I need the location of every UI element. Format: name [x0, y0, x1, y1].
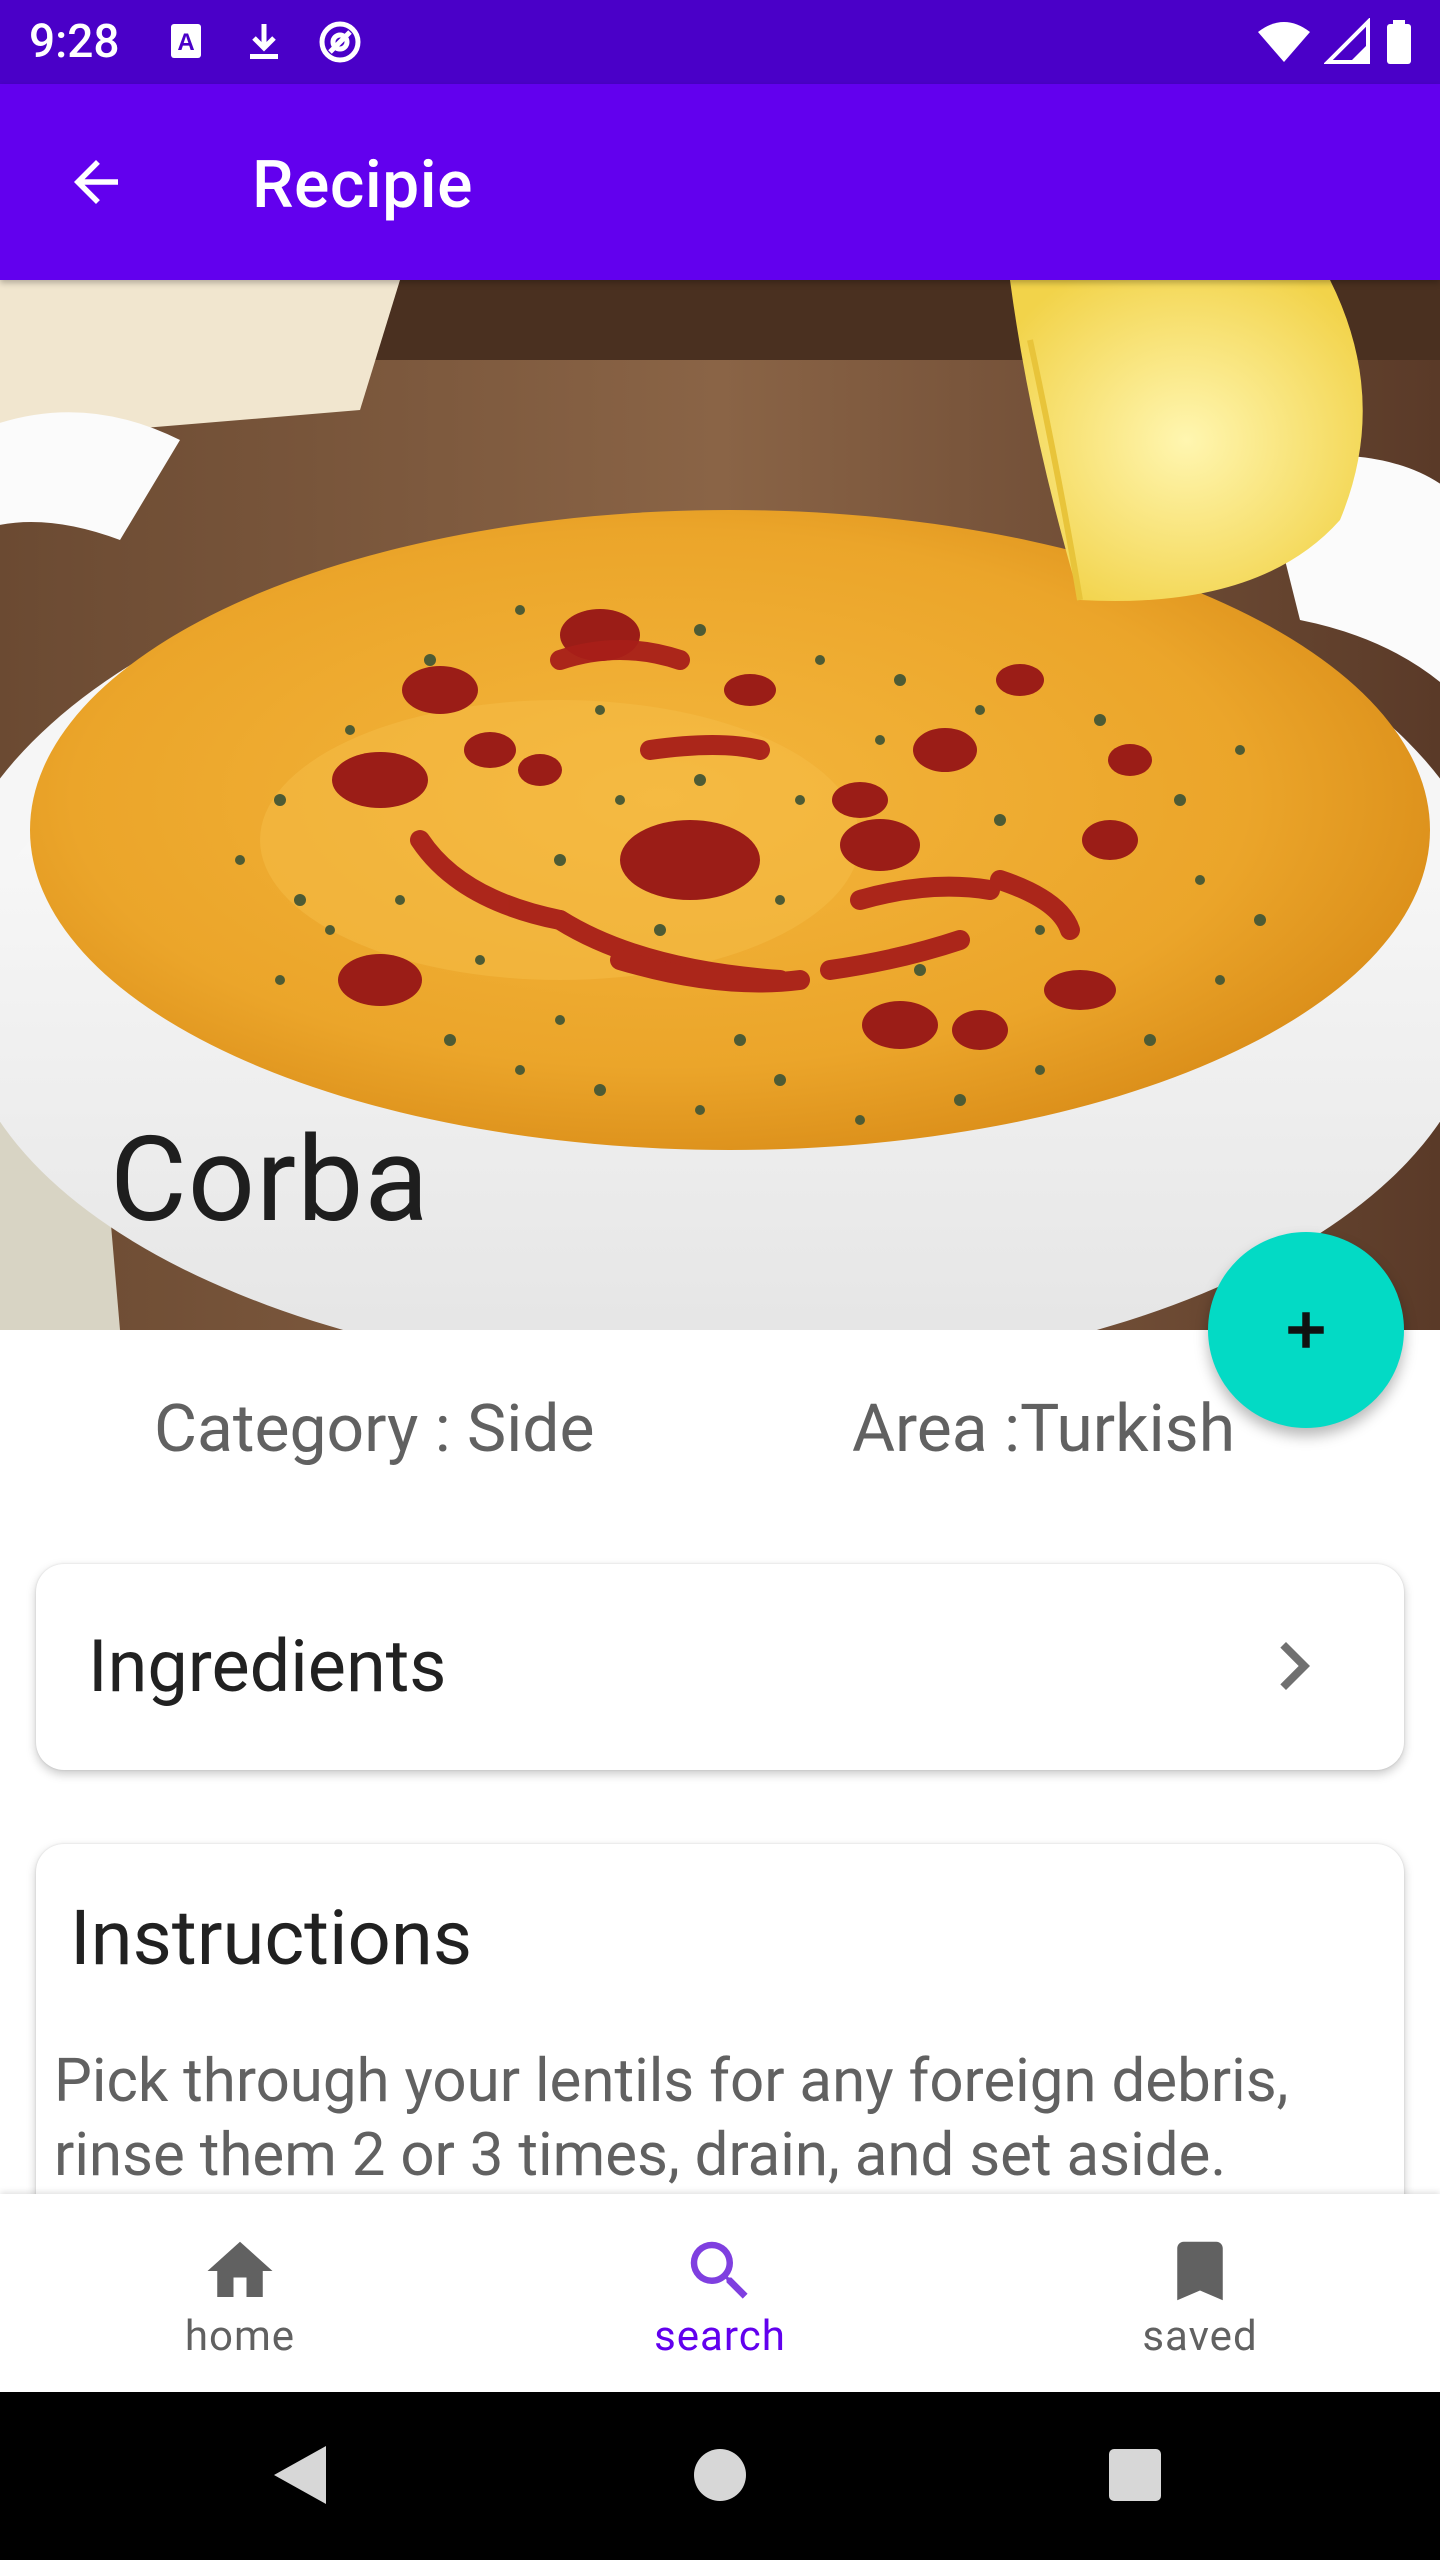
chevron-right-icon: [1280, 1642, 1310, 1690]
search-icon: [690, 2241, 748, 2299]
home-circle-icon: [694, 2449, 746, 2501]
back-button[interactable]: [48, 134, 144, 230]
recipe-name: Corba: [110, 1111, 430, 1249]
app-bar: Recipie: [0, 84, 1440, 280]
recipe-category: Category : Side: [154, 1391, 595, 1468]
wifi-icon: [1258, 22, 1310, 62]
download-icon: [250, 24, 278, 59]
system-recents-button[interactable]: [1090, 2430, 1180, 2520]
instructions-title: Instructions: [70, 1893, 473, 1983]
svg-text:A: A: [177, 29, 194, 56]
recents-square-icon: [1109, 2449, 1161, 2501]
status-time: 9:28: [29, 15, 120, 69]
ingredients-title: Ingredients: [88, 1624, 447, 1709]
arrow-back-icon: [74, 160, 118, 204]
nav-label-home: home: [184, 2312, 296, 2361]
system-back-button[interactable]: [254, 2430, 344, 2520]
recipe-image: Corba: [0, 280, 1440, 1330]
bookmark-icon: [1177, 2241, 1223, 2301]
bottom-navigation: home search saved: [0, 2194, 1440, 2392]
page-title: Recipie: [252, 147, 473, 224]
add-fab-button[interactable]: [1208, 1232, 1404, 1428]
nav-label-saved: saved: [1142, 2312, 1258, 2361]
home-icon: [207, 2241, 273, 2297]
signal-icon: [1324, 18, 1370, 64]
keyboard-a-icon: A: [171, 24, 201, 58]
battery-icon: [1387, 20, 1411, 64]
nav-label-search: search: [654, 2312, 786, 2361]
nav-item-saved[interactable]: saved: [960, 2194, 1440, 2392]
back-triangle-icon: [274, 2446, 326, 2504]
status-bar: 9:28 A: [0, 0, 1440, 84]
at-sign-icon: [319, 21, 361, 63]
ingredients-card[interactable]: Ingredients: [36, 1564, 1404, 1770]
nav-item-search[interactable]: search: [480, 2194, 960, 2392]
instructions-text: Pick through your lentils for any foreig…: [54, 2045, 1289, 2190]
plus-icon: [1288, 1312, 1324, 1348]
system-home-button[interactable]: [675, 2430, 765, 2520]
recipe-area: Area :Turkish: [852, 1391, 1236, 1468]
system-navigation-bar: [0, 2392, 1440, 2560]
nav-item-home[interactable]: home: [0, 2194, 480, 2392]
